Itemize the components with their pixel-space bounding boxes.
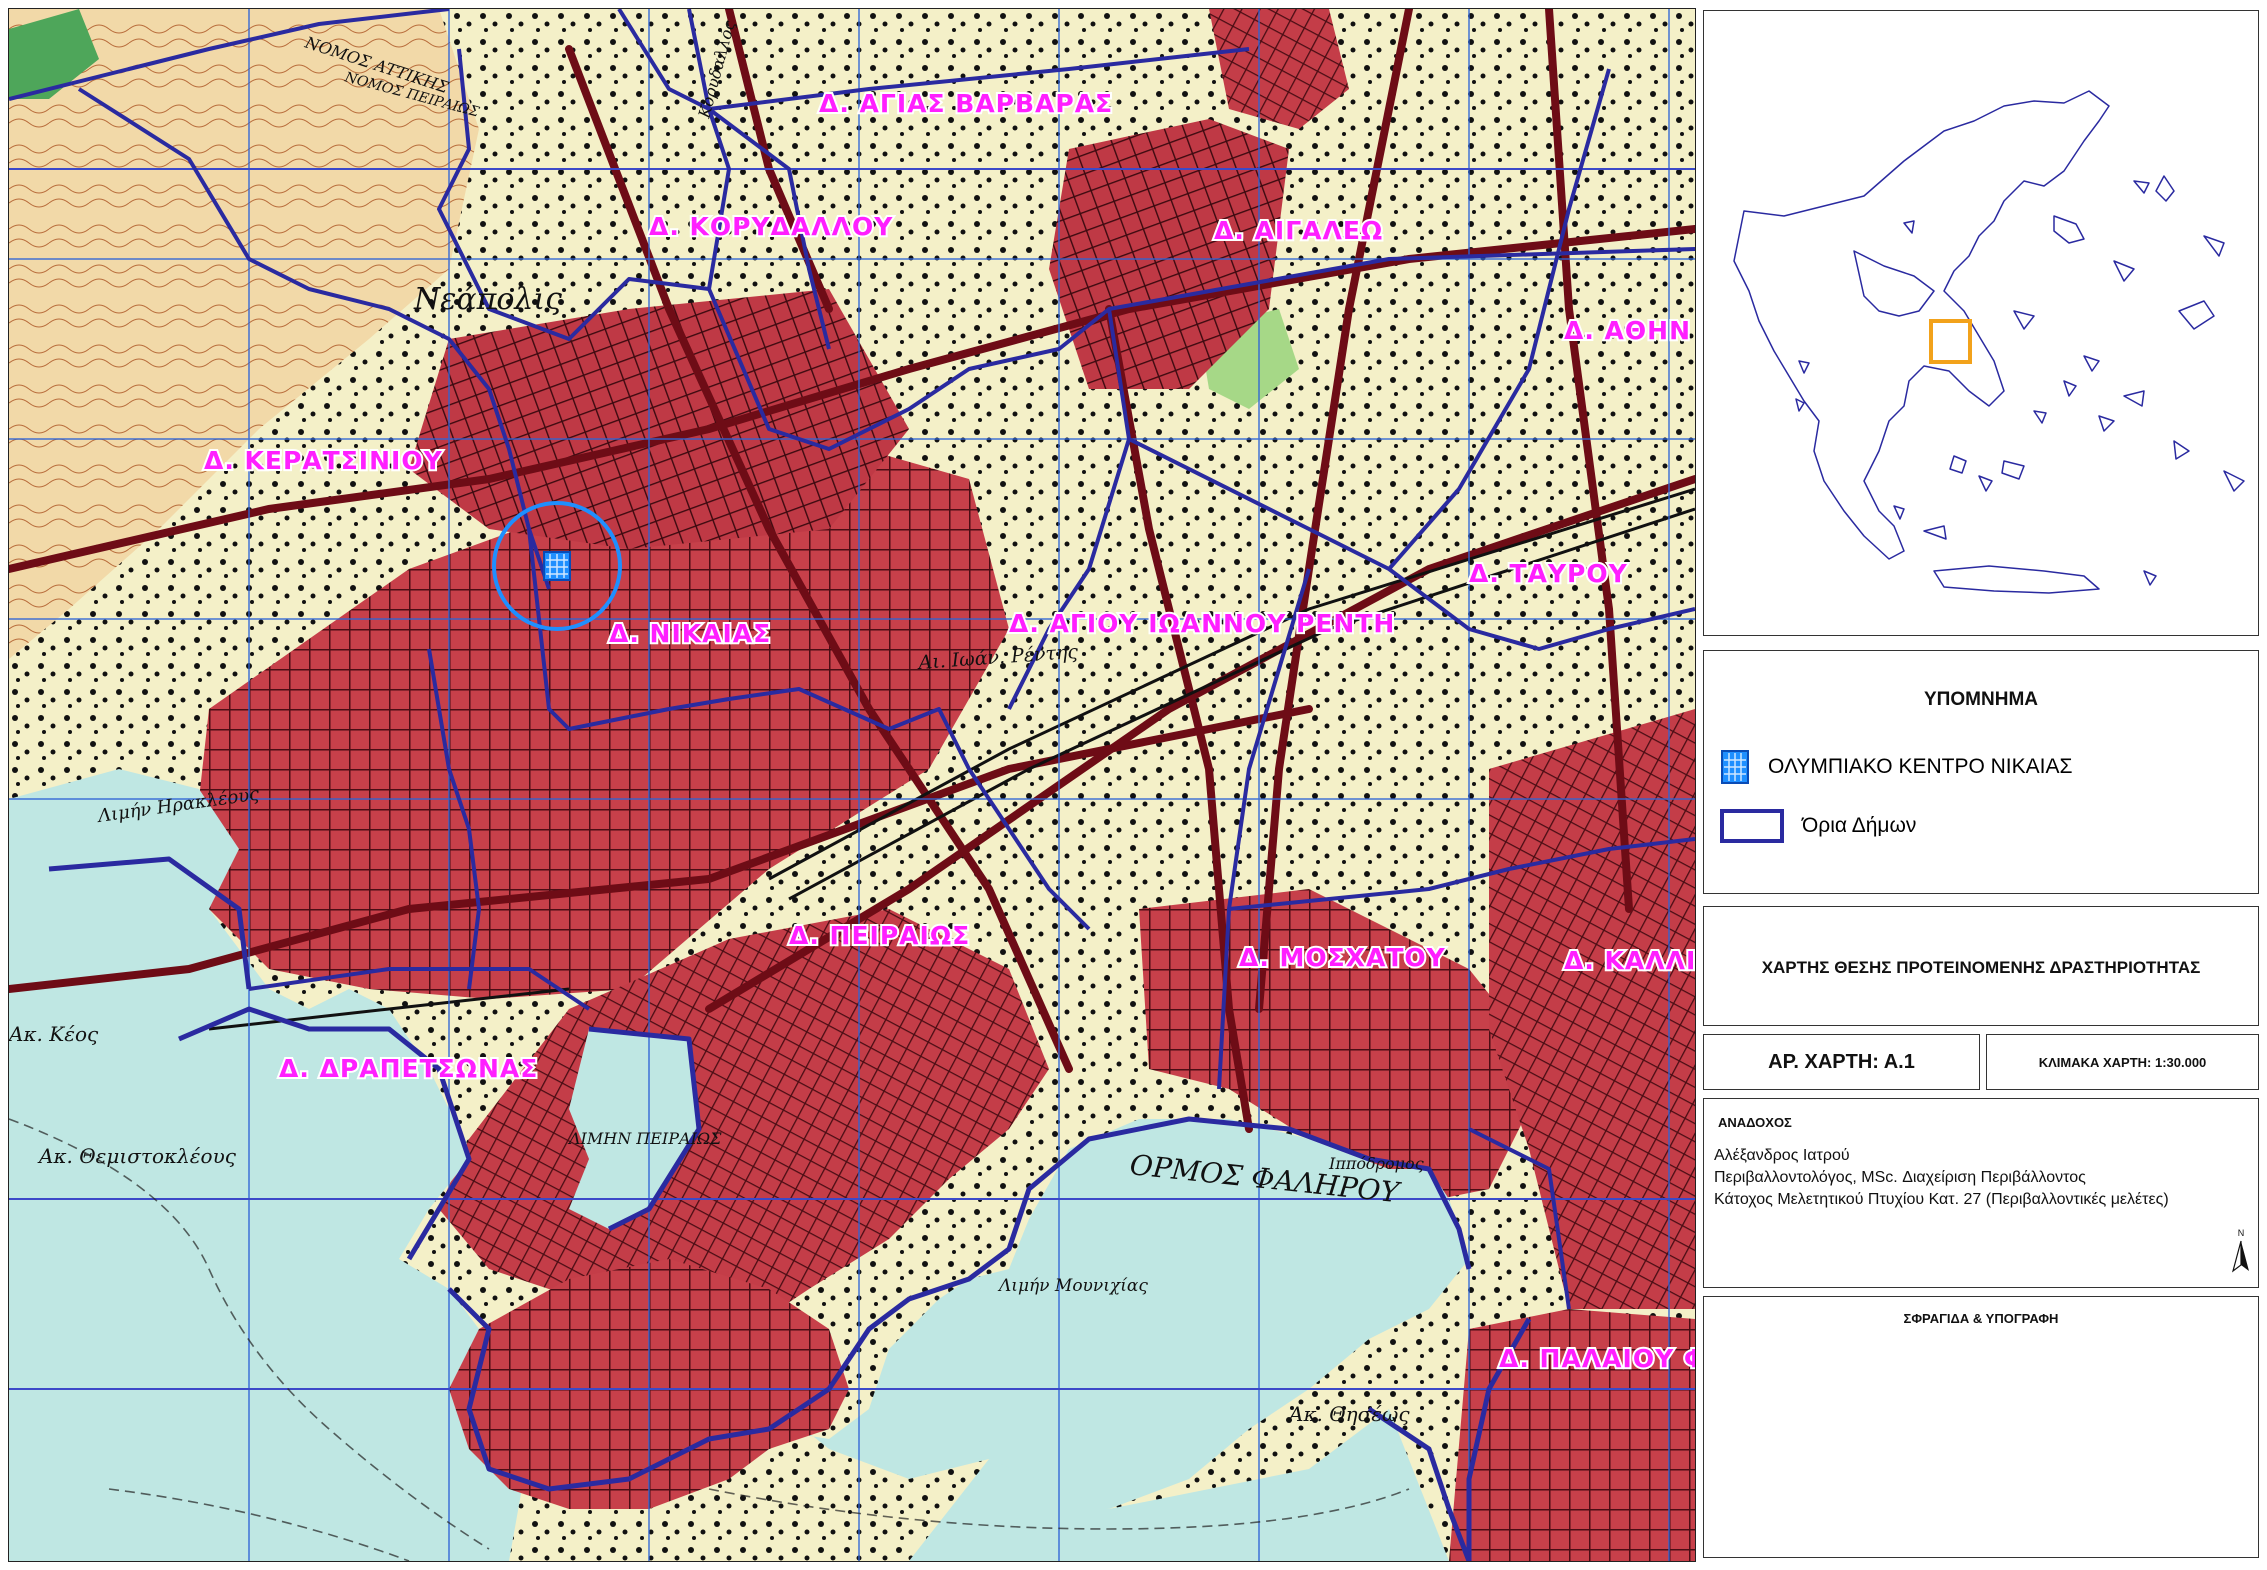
boundary-swatch bbox=[1720, 809, 1784, 843]
municipality-label: Δ. ΠΑΛΑΙΟΥ Φ bbox=[1499, 1344, 1695, 1373]
legend-item-olympic-center: ΟΛΥΜΠΙΑΚΟ ΚΕΝΤΡΟ ΝΙΚΑΙΑΣ bbox=[1720, 749, 2072, 785]
topo-label: Λιμήν Μουνιχίας bbox=[997, 1276, 1148, 1296]
topo-label: Ιππόδρομος bbox=[1328, 1154, 1424, 1173]
municipality-label: Δ. ΚΟΡΥΔΑΛΛΟΥ bbox=[649, 212, 893, 241]
map-scale-box: ΚΛΙΜΑΚΑ ΧΑΡΤΗ: 1:30.000 bbox=[1986, 1034, 2259, 1090]
stamp-heading: ΣΦΡΑΓΙΔΑ & ΥΠΟΓΡΑΦΗ bbox=[1903, 1311, 2059, 1326]
topo-label: ΛΙΜΗΝ ΠΕΙΡΑΙΩΣ bbox=[567, 1129, 722, 1148]
topo-label: Ακ. Θησέως bbox=[1287, 1402, 1410, 1426]
topographic-map: ΝεάπολιςΛιμήν ΗρακλέουςΑκ. ΚέοςΑκ. Θεμισ… bbox=[9, 9, 1695, 1561]
topo-label: Ακ. Θεμιστοκλέους bbox=[37, 1144, 237, 1168]
contractor-heading: ΑΝΑΔΟΧΟΣ bbox=[1718, 1115, 1792, 1130]
map-title-box: ΧΑΡΤΗΣ ΘΕΣΗΣ ΠΡΟΤΕΙΝΟΜΕΝΗΣ ΔΡΑΣΤΗΡΙΟΤΗΤΑ… bbox=[1703, 906, 2259, 1026]
municipality-label: Δ. ΚΑΛΛΙ bbox=[1564, 946, 1695, 975]
municipality-label: Δ. ΑΘΗΝ bbox=[1564, 316, 1691, 345]
contractor-license: Κάτοχος Μελετητικού Πτυχίου Κατ. 27 (Περ… bbox=[1714, 1191, 2169, 1208]
olympic-center-icon bbox=[1721, 750, 1749, 784]
municipality-label: Δ. ΑΓΙΟΥ ΙΩΑΝΝΟΥ ΡΕΝΤΗ bbox=[1009, 609, 1395, 638]
locator-inset-map bbox=[1703, 10, 2259, 636]
contractor-box: ΑΝΑΔΟΧΟΣ Αλέξανδρος Ιατρού Περιβαλλοντολ… bbox=[1703, 1098, 2259, 1288]
contractor-title: Περιβαλλοντολόγος, MSc. Διαχείριση Περιβ… bbox=[1714, 1169, 2086, 1186]
legend-item-boundaries: Όρια Δήμων bbox=[1720, 809, 1916, 843]
topo-label: Ακ. Κέος bbox=[9, 1022, 99, 1046]
legend-label-boundaries: Όρια Δήμων bbox=[1802, 814, 1917, 837]
map-panel[interactable]: Νεάπολις Λιμήν Ηρακλέους Ακ. Κέος Ακ. Θεμισ… bbox=[8, 8, 1696, 1562]
municipality-label: Δ. ΜΟΣΧΑΤΟΥ bbox=[1239, 943, 1446, 972]
legend-label-olympic-center: ΟΛΥΜΠΙΑΚΟ ΚΕΝΤΡΟ ΝΙΚΑΙΑΣ bbox=[1768, 755, 2073, 778]
municipality-label: Δ. ΔΡΑΠΕΤΣΩΝΑΣ bbox=[279, 1054, 538, 1083]
municipality-label: Δ. ΤΑΥΡΟΥ bbox=[1469, 559, 1628, 588]
greece-outline-map bbox=[1733, 90, 2245, 594]
map-title: ΧΑΡΤΗΣ ΘΕΣΗΣ ΠΡΟΤΕΙΝΟΜΕΝΗΣ ΔΡΑΣΤΗΡΙΟΤΗΤΑ… bbox=[1761, 958, 2201, 977]
map-number-box: ΑΡ. ΧΑΡΤΗ: Α.1 bbox=[1703, 1034, 1980, 1090]
municipality-label: Δ. ΠΕΙΡΑΙΩΣ bbox=[789, 921, 970, 950]
topo-label: Νεάπολις bbox=[413, 282, 562, 317]
north-arrow-icon: N bbox=[2231, 1228, 2249, 1273]
municipality-label: Δ. ΑΙΓΑΛΕΩ bbox=[1214, 216, 1383, 245]
contractor-name: Αλέξανδρος Ιατρού bbox=[1714, 1147, 1850, 1164]
map-number: ΑΡ. ΧΑΡΤΗ: Α.1 bbox=[1768, 1051, 1915, 1073]
municipality-label: Δ. ΚΕΡΑΤΣΙΝΙΟΥ bbox=[204, 446, 443, 475]
inset-highlight-box bbox=[1929, 319, 1972, 364]
legend-title: ΥΠΟΜΝΗΜΑ bbox=[1924, 689, 2038, 710]
municipality-label: Δ. ΑΓΙΑΣ ΒΑΡΒΑΡΑΣ bbox=[819, 89, 1113, 118]
stamp-signature-box: ΣΦΡΑΓΙΔΑ & ΥΠΟΓΡΑΦΗ bbox=[1703, 1296, 2259, 1558]
map-scale: ΚΛΙΜΑΚΑ ΧΑΡΤΗ: 1:30.000 bbox=[2038, 1055, 2207, 1070]
municipality-label: Δ. ΝΙΚΑΙΑΣ bbox=[609, 619, 771, 648]
legend: ΥΠΟΜΝΗΜΑ ΟΛΥΜΠΙΑΚΟ ΚΕΝΤΡΟ ΝΙΚΑΙΑΣ Όρια Δ… bbox=[1703, 650, 2259, 894]
north-label: N bbox=[2238, 1228, 2245, 1238]
